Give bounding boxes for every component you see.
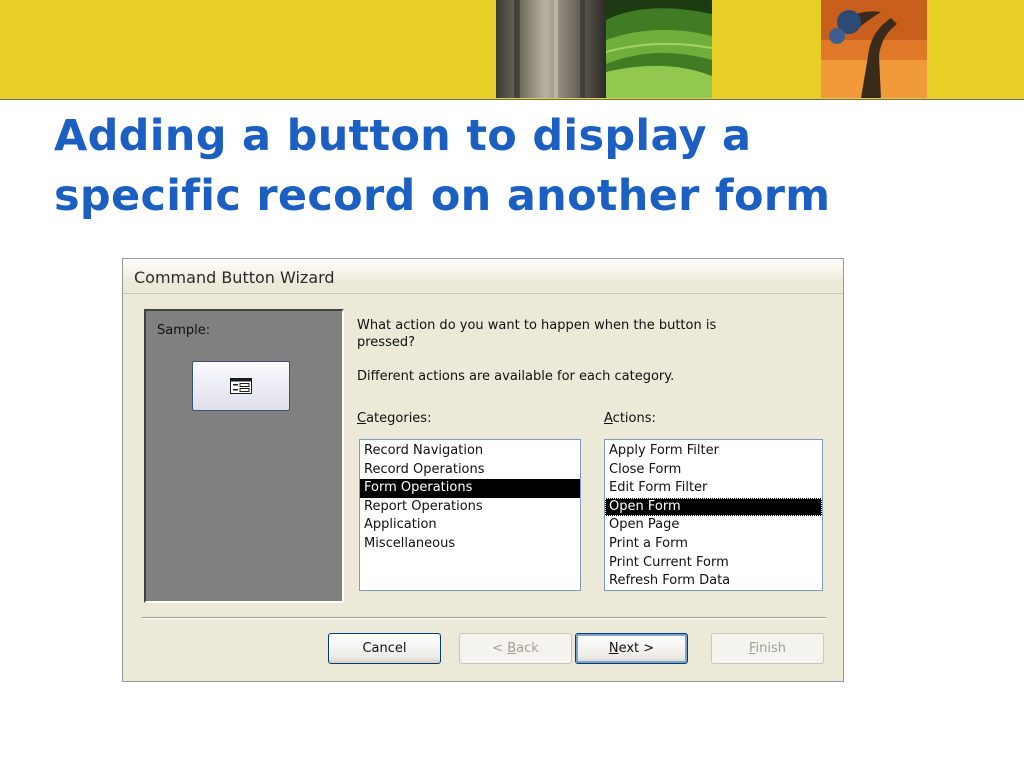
slide-title: Adding a button to display a specific re…	[54, 106, 994, 226]
action-list-item[interactable]: Open Page	[605, 516, 822, 535]
sample-button-preview	[192, 361, 290, 411]
category-list-item[interactable]: Form Operations	[360, 479, 580, 498]
action-list-item[interactable]: Apply Form Filter	[605, 442, 822, 461]
finish-button[interactable]: Finish	[711, 633, 824, 664]
actions-listbox[interactable]: Apply Form Filter Close Form Edit Form Fil…	[604, 439, 823, 591]
categories-label: Categories:	[357, 411, 432, 426]
back-button[interactable]: < Back	[459, 633, 572, 664]
category-list-item[interactable]: Record Operations	[360, 461, 580, 480]
action-list-item[interactable]: Print a Form	[605, 535, 822, 554]
slide-title-line-2: specific record on another form	[54, 171, 831, 221]
wizard-question: What action do you want to happen when t…	[357, 318, 717, 350]
dialog-title: Command Button Wizard	[134, 268, 335, 287]
category-list-item[interactable]: Application	[360, 516, 580, 535]
dialog-separator	[142, 617, 826, 619]
actions-label: Actions:	[604, 411, 656, 426]
sample-preview-pane: Sample:	[144, 309, 344, 603]
action-list-item[interactable]: Refresh Form Data	[605, 572, 822, 591]
category-list-item[interactable]: Miscellaneous	[360, 535, 580, 554]
action-list-item[interactable]: Edit Form Filter	[605, 479, 822, 498]
sample-label: Sample:	[157, 323, 211, 338]
category-list-item[interactable]: Record Navigation	[360, 442, 580, 461]
action-list-item[interactable]: Close Form	[605, 461, 822, 480]
dialog-title-bar[interactable]: Command Button Wizard	[123, 259, 843, 294]
decorative-photo-field	[606, 0, 712, 98]
action-list-item[interactable]: Open Form	[605, 497, 822, 517]
decorative-photo-curtain	[496, 0, 606, 98]
wizard-hint: Different actions are available for each…	[357, 369, 675, 384]
next-button[interactable]: Next >	[575, 633, 688, 664]
categories-listbox[interactable]: Record Navigation Record Operations Form O…	[359, 439, 581, 591]
slide-title-line-1: Adding a button to display a	[54, 111, 752, 161]
form-icon	[230, 378, 252, 394]
decorative-photo-tree	[821, 0, 927, 98]
action-list-item[interactable]: Print Current Form	[605, 554, 822, 573]
cancel-button[interactable]: Cancel	[328, 633, 441, 664]
command-button-wizard-dialog: Command Button Wizard Sample: What actio…	[122, 258, 844, 682]
category-list-item[interactable]: Report Operations	[360, 498, 580, 517]
header-band	[0, 0, 1024, 100]
